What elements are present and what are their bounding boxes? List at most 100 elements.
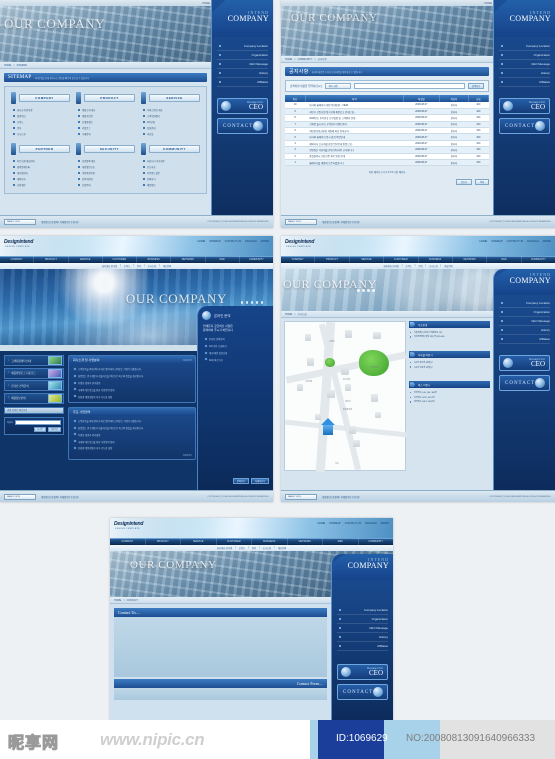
list-item[interactable]: 사업제안: [11, 182, 70, 188]
site-logo[interactable]: Designintend: [285, 239, 314, 245]
nav-item-community[interactable]: COMMUNITY: [240, 256, 273, 263]
subnav-item-2[interactable]: 연혁: [252, 546, 256, 550]
detail-button[interactable]: 자세히보기: [250, 478, 269, 484]
card-more-link[interactable]: 자세히보기: [72, 454, 192, 457]
sitemap-category-button[interactable]: SERVICE: [149, 94, 200, 102]
list-item[interactable]: 자료실: [141, 131, 200, 137]
family-site-select[interactable]: FAMILY SITE: [4, 219, 36, 225]
sidebar-item-affiliates[interactable]: Affiliates: [337, 642, 388, 651]
contact-button[interactable]: CONTACT: [499, 375, 550, 391]
sidebar-item-organization[interactable]: Organization: [499, 308, 550, 317]
list-item[interactable]: FAQ 바로가기: [203, 356, 268, 363]
subnav-item-0[interactable]: 회사개요 인사말: [102, 264, 117, 268]
sidebar-item-affiliates[interactable]: Affiliates: [499, 78, 550, 87]
list-item[interactable]: A/S 접수 신청하기: [203, 343, 268, 350]
utility-link-0[interactable]: HOME: [484, 2, 492, 5]
sitemap-category-button[interactable]: PARTNER: [19, 145, 70, 153]
login-button[interactable]: 로그인: [34, 426, 46, 432]
nav-item-customer[interactable]: CUSTOMER: [103, 256, 137, 263]
list-item[interactable]: 보안문의: [76, 182, 135, 188]
subnav-item-4[interactable]: 제휴문의: [444, 264, 452, 268]
nav-item-service[interactable]: SERVICE: [350, 256, 385, 263]
side-item-support[interactable]: 1 고객지원센터 안내: [4, 355, 64, 366]
nav-item-customer[interactable]: CUSTOMER: [384, 256, 419, 263]
family-site-select[interactable]: FAMILY SITE: [285, 219, 317, 225]
sitemap-category-button[interactable]: COMPANY: [19, 94, 70, 102]
sidebar-item-history[interactable]: History: [337, 633, 388, 642]
footer-links[interactable]: 개인정보보호정책 | 이메일무단수집거부: [41, 220, 79, 224]
table-row[interactable]: 1 홈페이지를 새롭게 오픈하였습니다 2008-08-07 관리자 100: [285, 159, 489, 167]
breadcrumb-home[interactable]: HOME: [114, 599, 121, 602]
sidebar-item-history[interactable]: History: [499, 69, 550, 78]
nav-item-service[interactable]: SERVICE: [69, 256, 103, 263]
map-location-pin[interactable]: [321, 418, 335, 435]
sidebar-item-ceo-message[interactable]: CEO Message: [499, 317, 550, 326]
top-link-3[interactable]: ENGLISH: [365, 522, 376, 525]
nav-item-community[interactable]: COMMUNITY: [522, 256, 555, 263]
family-site-select[interactable]: 관련 사이트 바로가기: [4, 406, 64, 414]
contact-button[interactable]: CONTACT: [337, 684, 388, 700]
search-scope-select[interactable]: 제목+내용: [325, 83, 352, 89]
nav-item-business[interactable]: BUSINESS: [419, 256, 453, 263]
top-link-3[interactable]: ENGLISH: [527, 240, 538, 243]
sidebar-item-company-location[interactable]: Company Location: [499, 299, 550, 308]
footer-links[interactable]: 개인정보보호정책 | 이메일무단수집거부: [41, 495, 79, 499]
list-item[interactable]: 구매안내: [76, 131, 135, 137]
contact-button[interactable]: CONTACT: [217, 118, 268, 134]
side-item-catalog[interactable]: 2 제품카탈로그 다운로드: [4, 367, 64, 379]
nav-item-product[interactable]: PRODUCT: [146, 538, 181, 545]
sidebar-item-organization[interactable]: Organization: [337, 615, 388, 624]
site-logo[interactable]: Designintend: [4, 239, 33, 245]
nav-item-rnd[interactable]: R&D: [206, 256, 240, 263]
side-item-estimate[interactable]: 3 온라인 견적문의: [4, 380, 64, 391]
sidebar-item-company-location[interactable]: Company Location: [337, 606, 388, 615]
search-button[interactable]: 검색하기: [468, 83, 484, 89]
top-link-1[interactable]: SITEMAP: [329, 522, 340, 525]
nav-item-product[interactable]: PRODUCT: [315, 256, 350, 263]
subnav-item-4[interactable]: 제휴문의: [163, 264, 171, 268]
nav-item-customer[interactable]: CUSTOMER: [217, 538, 252, 545]
map-canvas[interactable]: 시청역 중앙공원 본사사옥 대학교 종합운동장 시민회관 국도: [284, 321, 407, 473]
sitemap-category-button[interactable]: PRODUCT: [84, 94, 135, 102]
top-link-0[interactable]: HOME: [317, 522, 325, 525]
list-button[interactable]: 목록: [474, 179, 489, 186]
subnav-item-3[interactable]: 오시는길: [263, 546, 271, 550]
breadcrumb-home[interactable]: HOME: [4, 64, 11, 67]
sidebar-item-ceo-message[interactable]: CEO Message: [337, 624, 388, 633]
contact-button[interactable]: CONTACT: [499, 118, 550, 134]
top-link-2[interactable]: CONTACT US: [345, 522, 362, 525]
inquiry-button[interactable]: 문의하기: [232, 478, 249, 484]
nav-item-network[interactable]: NETWORK: [288, 538, 323, 545]
sidebar-item-affiliates[interactable]: Affiliates: [499, 335, 550, 344]
subnav-item-3[interactable]: 오시는길: [429, 264, 437, 268]
top-link-1[interactable]: SITEMAP: [209, 240, 220, 243]
ceo-message-button[interactable]: Message From CEO: [337, 664, 388, 680]
sidebar-item-company-location[interactable]: Company Location: [217, 42, 268, 51]
nav-item-rnd[interactable]: R&D: [323, 538, 359, 545]
ceo-message-button[interactable]: Message From CEO: [499, 98, 550, 114]
list-item[interactable]: 오시는길: [11, 131, 70, 137]
top-link-3[interactable]: ENGLISH: [245, 240, 256, 243]
ceo-message-button[interactable]: Message From CEO: [499, 355, 550, 371]
side-item-recruit[interactable]: 4 채용정보안내: [4, 392, 64, 404]
nav-item-company[interactable]: COMPANY: [281, 256, 316, 263]
nav-item-business[interactable]: BUSINESS: [252, 538, 288, 545]
sitemap-category-button[interactable]: SECURITY: [84, 145, 135, 153]
breadcrumb-home[interactable]: HOME: [285, 58, 292, 61]
top-link-4[interactable]: ADMIN: [381, 522, 389, 525]
subnav-item-1[interactable]: 조직도: [405, 264, 411, 268]
nav-item-business[interactable]: BUSINESS: [137, 256, 172, 263]
sidebar-item-ceo-message[interactable]: CEO Message: [217, 60, 268, 69]
utility-link-0[interactable]: HOME: [202, 2, 210, 5]
site-logo[interactable]: Designintend: [114, 521, 143, 527]
card-more-link[interactable]: 자세히보기: [183, 359, 192, 362]
top-link-4[interactable]: ADMIN: [543, 240, 551, 243]
sidebar-item-organization[interactable]: Organization: [499, 51, 550, 60]
login-id-input[interactable]: [15, 419, 61, 425]
list-item[interactable]: 온라인 견적문의: [203, 336, 268, 343]
sidebar-item-history[interactable]: History: [217, 69, 268, 78]
footer-links[interactable]: 개인정보보호정책 | 이메일무단수집거부: [322, 495, 360, 499]
sitemap-category-button[interactable]: COMMUNITY: [149, 145, 200, 153]
nav-item-company[interactable]: COMPANY: [0, 256, 35, 263]
sidebar-item-affiliates[interactable]: Affiliates: [217, 78, 268, 87]
